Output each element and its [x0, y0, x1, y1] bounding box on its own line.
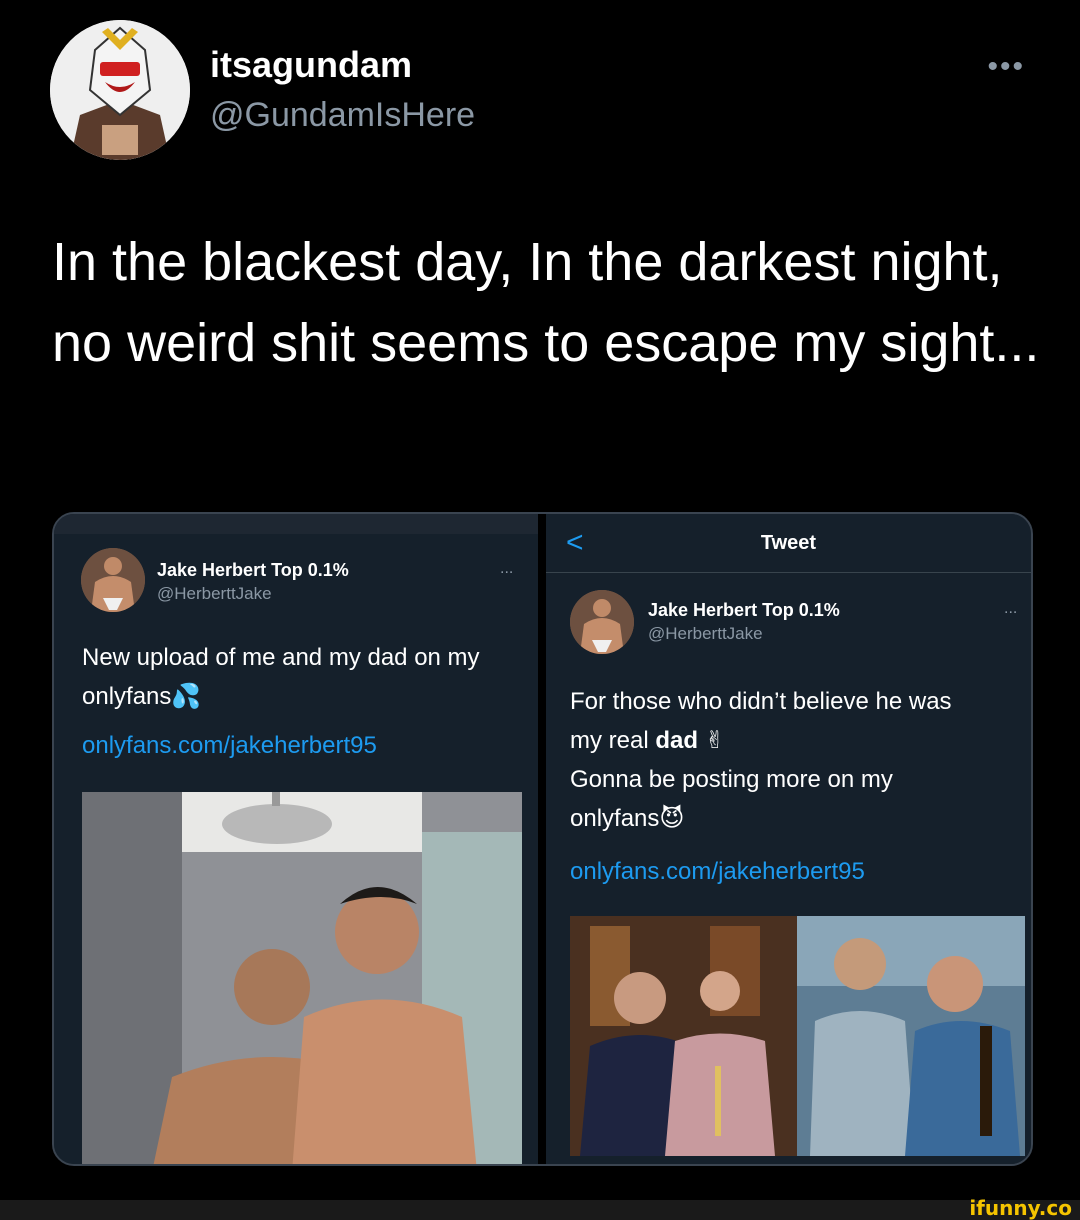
right-more-options-icon[interactable]: ...	[1004, 600, 1017, 618]
right-tweet-panel: < Tweet Jake Herbert Top 0.1% @HerberttJ…	[546, 514, 1031, 1164]
tweet-text: In the blackest day, In the darkest nigh…	[52, 232, 1040, 373]
right-author-name[interactable]: Jake Herbert Top 0.1%	[648, 600, 840, 621]
victory-hand-emoji: ✌	[698, 727, 725, 754]
author-avatar[interactable]	[50, 20, 190, 160]
shower-photo-icon	[82, 792, 522, 1164]
embedded-screenshot: Jake Herbert Top 0.1% @HerberttJake ... …	[52, 512, 1033, 1166]
left-author-name[interactable]: Jake Herbert Top 0.1%	[157, 560, 349, 581]
right-text-line-1: For those who didn’t believe he was	[570, 688, 952, 715]
right-text-line-3: Gonna be posting more on my	[570, 766, 893, 793]
nav-title: Tweet	[760, 532, 817, 554]
tweet-nav-bar: < Tweet	[546, 514, 1031, 573]
right-author-handle[interactable]: @HerberttJake	[648, 624, 763, 644]
left-author-handle[interactable]: @HerberttJake	[157, 584, 272, 604]
left-author-avatar[interactable]	[81, 548, 145, 612]
panel-divider	[538, 514, 546, 1164]
more-options-icon[interactable]: •••	[987, 50, 1025, 84]
right-tweet-link[interactable]: onlyfans.com/jakeherbert95	[570, 858, 865, 886]
footer-bar	[0, 1200, 1080, 1220]
author-handle[interactable]: @GundamIsHere	[210, 96, 475, 135]
left-tweet-text: New upload of me and my dad on my onlyfa…	[82, 644, 480, 710]
ifunny-watermark: ifunny.co	[969, 1196, 1072, 1220]
bar-photo-icon	[570, 916, 1025, 1156]
left-tweet-panel: Jake Herbert Top 0.1% @HerberttJake ... …	[54, 514, 538, 1164]
right-author-avatar[interactable]	[570, 590, 634, 654]
right-text-line-2: my real dad ✌	[570, 721, 1025, 760]
author-name[interactable]: itsagundam	[210, 44, 412, 86]
profile-photo-icon	[570, 590, 634, 654]
profile-photo-icon	[81, 548, 145, 612]
right-text-line-4: onlyfans😈	[570, 805, 685, 832]
left-more-options-icon[interactable]: ...	[500, 560, 513, 578]
left-tweet-photo[interactable]	[82, 792, 522, 1164]
right-tweet-text: For those who didn’t believe he was my r…	[570, 682, 1025, 838]
right-text-line-2-prefix: my real	[570, 727, 656, 754]
gundam-avatar-icon	[50, 20, 190, 160]
right-text-bold-word: dad	[655, 727, 699, 754]
right-tweet-photo[interactable]	[570, 916, 1025, 1156]
left-tweet-link[interactable]: onlyfans.com/jakeherbert95	[82, 732, 377, 760]
